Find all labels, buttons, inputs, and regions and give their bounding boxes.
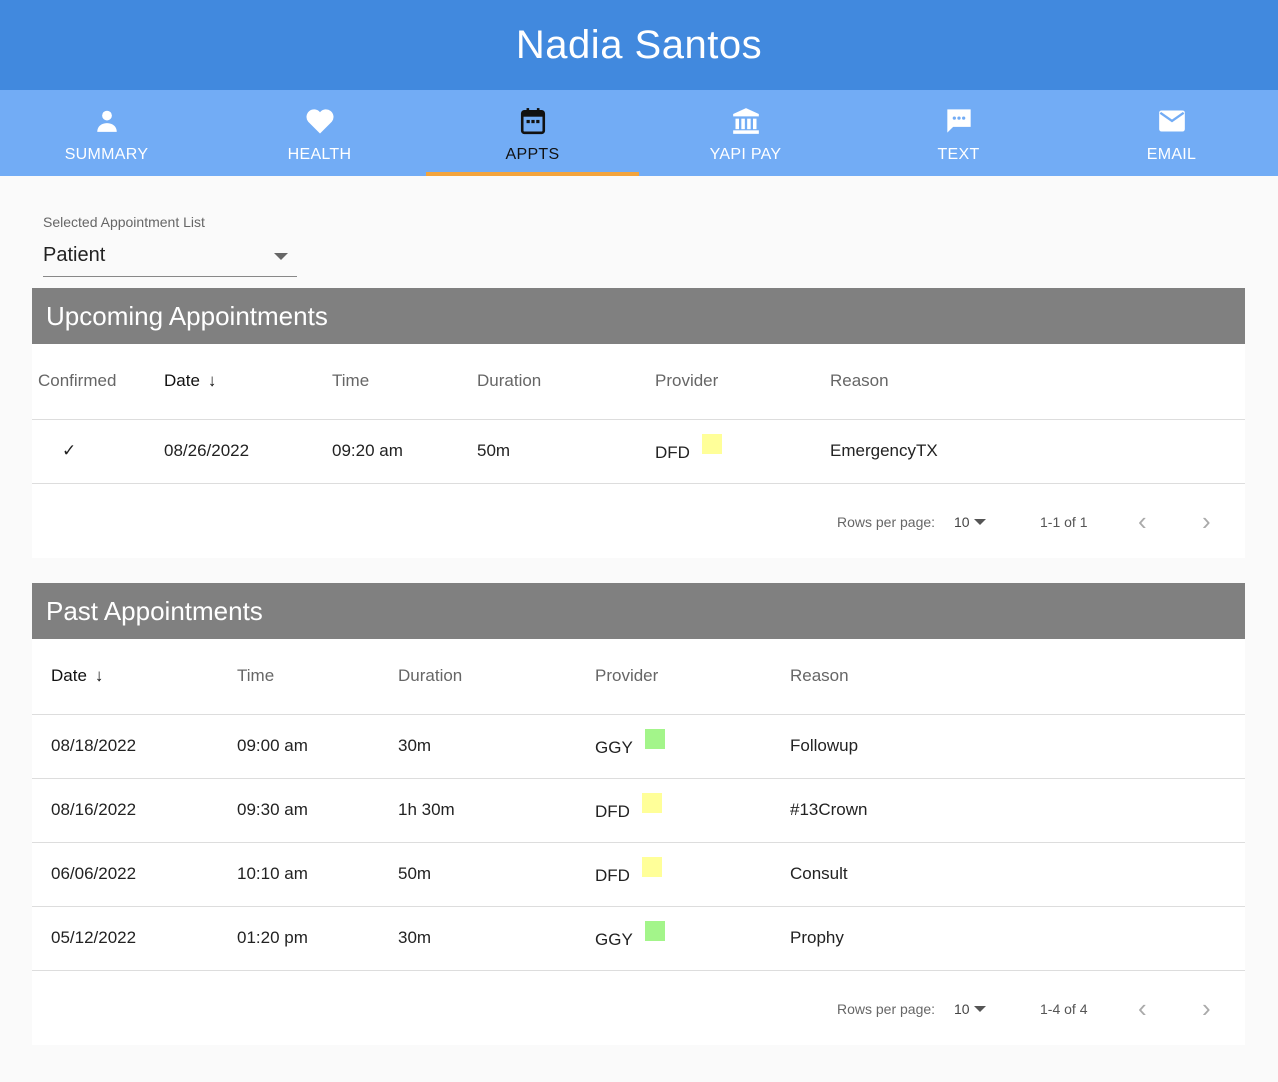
- rows-per-page-label: Rows per page:: [837, 1000, 936, 1017]
- bank-icon: [731, 106, 761, 136]
- tab-label: SUMMARY: [64, 146, 149, 163]
- duration-cell: 50m: [398, 842, 595, 907]
- provider-cell: GGY: [595, 906, 790, 971]
- table-row[interactable]: ✓ 08/26/2022 09:20 am 50m DFD EmergencyT…: [32, 419, 1245, 484]
- chevron-right-icon[interactable]: ›: [1202, 506, 1211, 537]
- provider-cell: DFD: [655, 419, 830, 484]
- column-header: Time: [237, 639, 398, 715]
- table-pagination: Rows per page: 10 1-4 of 4 ‹ ›: [32, 971, 1245, 1045]
- tab-label: EMAIL: [1146, 146, 1197, 163]
- provider-cell: DFD: [595, 778, 790, 843]
- rows-per-page-label: Rows per page:: [837, 513, 936, 530]
- dropdown-arrow-icon[interactable]: [974, 1005, 986, 1012]
- person-icon: [92, 106, 122, 136]
- chevron-left-icon[interactable]: ‹: [1138, 506, 1147, 537]
- duration-cell: 50m: [477, 419, 655, 484]
- tab-label: TEXT: [937, 146, 980, 163]
- date-cell: 08/26/2022: [164, 419, 332, 484]
- time-cell: 09:00 am: [237, 714, 398, 779]
- dropdown-arrow-icon: [274, 253, 288, 260]
- tab-email[interactable]: EMAIL: [1065, 90, 1278, 176]
- date-cell: 08/16/2022: [32, 778, 237, 843]
- tab-yapi-pay[interactable]: YAPI PAY: [639, 90, 852, 176]
- date-cell: 05/12/2022: [32, 906, 237, 971]
- patient-name: Nadia Santos: [515, 22, 763, 67]
- upcoming-appointments-card: Upcoming Appointments Confirmed Date ↓ Ti…: [32, 288, 1245, 558]
- tab-label: APPTS: [505, 146, 560, 163]
- column-header: Reason: [790, 639, 1245, 715]
- provider-color-swatch: [644, 728, 665, 749]
- table-row[interactable]: 05/12/2022 01:20 pm 30m GGY Prophy: [32, 906, 1245, 971]
- time-cell: 01:20 pm: [237, 906, 398, 971]
- past-appointments-card: Past Appointments Date ↓ Time Duration Pr…: [32, 583, 1245, 1045]
- reason-cell: Followup: [790, 714, 1245, 779]
- tab-text[interactable]: TEXT: [852, 90, 1065, 176]
- upcoming-table: Confirmed Date ↓ Time Duration Provider R…: [32, 344, 1245, 484]
- chat-icon: [944, 106, 974, 136]
- section-title: Past Appointments: [32, 583, 1245, 639]
- date-cell: 08/18/2022: [32, 714, 237, 779]
- tab-bar: SUMMARY HEALTH APPTS YAPI PAY TEXT EMAIL: [0, 90, 1278, 176]
- provider-color-swatch: [641, 792, 662, 813]
- heart-icon: [305, 106, 335, 136]
- reason-cell: EmergencyTX: [830, 419, 1245, 484]
- tab-label: HEALTH: [287, 146, 352, 163]
- reason-cell: Consult: [790, 842, 1245, 907]
- duration-cell: 30m: [398, 906, 595, 971]
- arrow-down-icon: ↓: [207, 371, 217, 391]
- header-bar: Nadia Santos: [0, 0, 1278, 90]
- date-cell: 06/06/2022: [32, 842, 237, 907]
- past-table: Date ↓ Time Duration Provider Reason 08/1…: [32, 639, 1245, 971]
- column-header: Provider: [595, 639, 790, 715]
- table-row[interactable]: 08/18/2022 09:00 am 30m GGY Followup: [32, 714, 1245, 779]
- mail-icon: [1157, 106, 1187, 136]
- provider-color-swatch: [701, 433, 722, 454]
- column-header: Time: [332, 344, 477, 420]
- checkmark-icon: ✓: [32, 419, 164, 484]
- provider-color-swatch: [641, 856, 662, 877]
- dropdown-arrow-icon[interactable]: [974, 518, 986, 525]
- duration-cell: 30m: [398, 714, 595, 779]
- tab-health[interactable]: HEALTH: [213, 90, 426, 176]
- tab-summary[interactable]: SUMMARY: [0, 90, 213, 176]
- chevron-left-icon[interactable]: ‹: [1138, 993, 1147, 1024]
- page-range: 1-4 of 4: [1040, 1000, 1088, 1017]
- chevron-right-icon[interactable]: ›: [1202, 993, 1211, 1024]
- column-header: Provider: [655, 344, 830, 420]
- column-header-sort[interactable]: Date ↓: [164, 344, 332, 420]
- select-caption: Selected Appointment List: [43, 214, 205, 230]
- time-cell: 10:10 am: [237, 842, 398, 907]
- calendar-icon: [518, 106, 548, 136]
- provider-color-swatch: [644, 920, 665, 941]
- reason-cell: #13Crown: [790, 778, 1245, 843]
- rows-per-page-select[interactable]: 10: [954, 1001, 970, 1017]
- table-pagination: Rows per page: 10 1-1 of 1 ‹ ›: [32, 484, 1245, 558]
- select-value: Patient: [43, 244, 106, 266]
- column-header-sort[interactable]: Date ↓: [32, 639, 237, 715]
- column-header: Duration: [477, 344, 655, 420]
- time-cell: 09:20 am: [332, 419, 477, 484]
- appointment-list-select[interactable]: Selected Appointment List Patient: [43, 214, 297, 277]
- duration-cell: 1h 30m: [398, 778, 595, 843]
- page-range: 1-1 of 1: [1040, 513, 1088, 530]
- column-header: Confirmed: [32, 344, 164, 420]
- table-row[interactable]: 06/06/2022 10:10 am 50m DFD Consult: [32, 842, 1245, 907]
- table-row[interactable]: 08/16/2022 09:30 am 1h 30m DFD #13Crown: [32, 778, 1245, 843]
- provider-cell: DFD: [595, 842, 790, 907]
- rows-per-page-select[interactable]: 10: [954, 514, 970, 530]
- arrow-down-icon: ↓: [94, 666, 104, 686]
- time-cell: 09:30 am: [237, 778, 398, 843]
- provider-cell: GGY: [595, 714, 790, 779]
- tab-label: YAPI PAY: [709, 146, 782, 163]
- section-title: Upcoming Appointments: [32, 288, 1245, 344]
- tab-appts[interactable]: APPTS: [426, 90, 639, 176]
- column-header: Duration: [398, 639, 595, 715]
- column-header: Reason: [830, 344, 1245, 420]
- reason-cell: Prophy: [790, 906, 1245, 971]
